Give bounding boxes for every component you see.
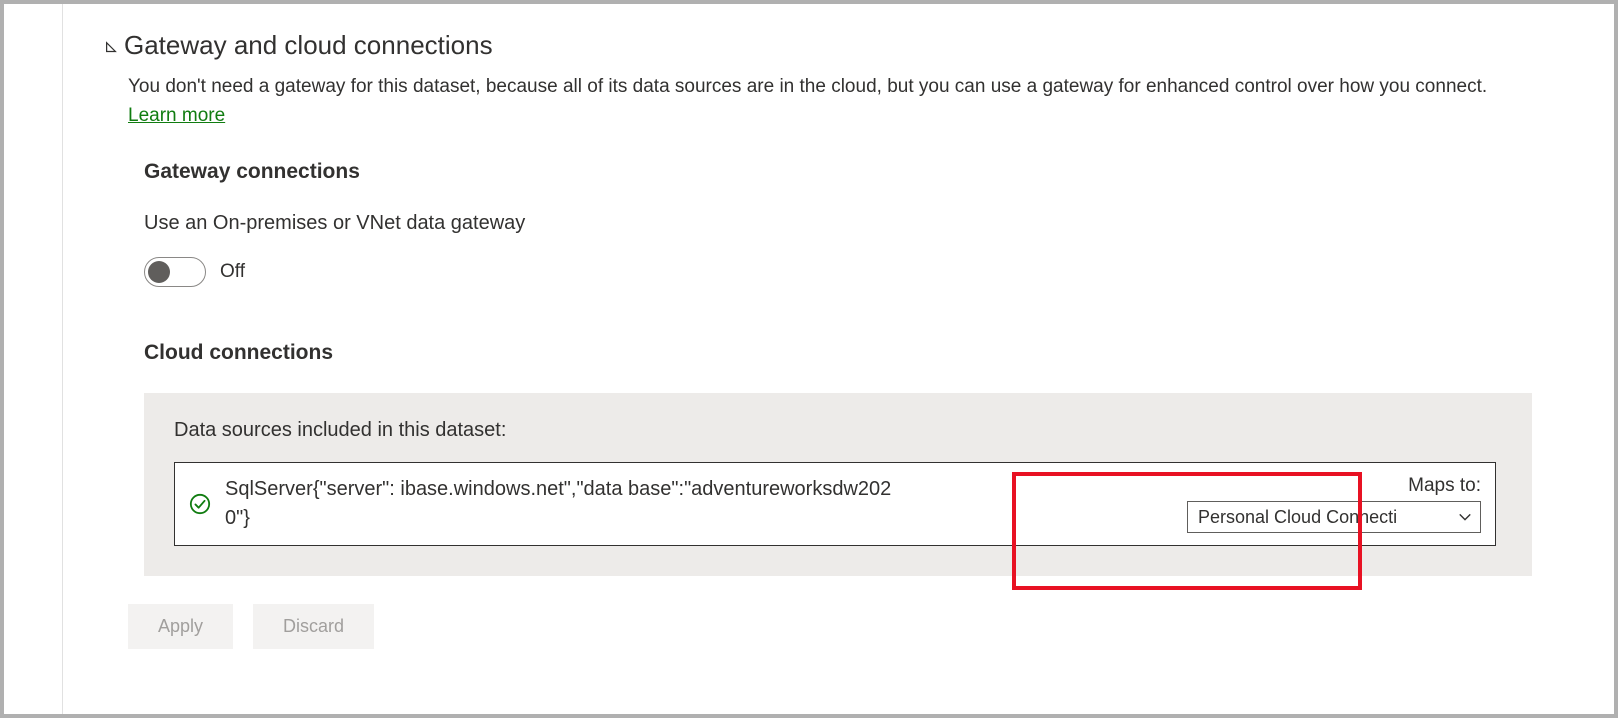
action-buttons: Apply Discard <box>128 604 1574 649</box>
maps-to-dropdown[interactable]: Personal Cloud Connecti <box>1187 501 1481 533</box>
datasource-mapping: Maps to: Personal Cloud Connecti <box>920 463 1495 545</box>
cloud-connections-title: Cloud connections <box>144 341 1574 365</box>
datasource-text: SqlServer{"server": ibase.windows.net","… <box>225 475 910 533</box>
gateway-subsection: Gateway connections Use an On-premises o… <box>144 160 1574 576</box>
toggle-knob <box>148 261 170 283</box>
gateway-connections-title: Gateway connections <box>144 160 1574 184</box>
datasource-info: SqlServer{"server": ibase.windows.net","… <box>175 463 920 545</box>
data-sources-label: Data sources included in this dataset: <box>174 419 1502 442</box>
left-divider <box>62 4 63 714</box>
apply-button[interactable]: Apply <box>128 604 233 649</box>
cloud-connections-panel: Data sources included in this dataset: S… <box>144 393 1532 576</box>
maps-to-label: Maps to: <box>1408 475 1481 497</box>
gateway-toggle-label: Use an On-premises or VNet data gateway <box>144 212 1574 235</box>
section-title: Gateway and cloud connections <box>124 30 493 61</box>
learn-more-link[interactable]: Learn more <box>128 105 225 126</box>
description-text: You don't need a gateway for this datase… <box>128 76 1487 97</box>
status-ok-icon <box>189 493 211 515</box>
gateway-toggle-row: Off <box>144 257 1574 287</box>
section-description: You don't need a gateway for this datase… <box>128 73 1528 130</box>
section-header[interactable]: Gateway and cloud connections <box>104 30 1574 61</box>
dropdown-selected-text: Personal Cloud Connecti <box>1198 507 1458 528</box>
gateway-toggle-state: Off <box>220 261 245 283</box>
settings-content: Gateway and cloud connections You don't … <box>4 4 1614 669</box>
collapse-chevron-icon <box>104 41 118 55</box>
chevron-down-icon <box>1458 510 1472 524</box>
discard-button[interactable]: Discard <box>253 604 374 649</box>
gateway-toggle[interactable] <box>144 257 206 287</box>
datasource-row: SqlServer{"server": ibase.windows.net","… <box>174 462 1496 546</box>
